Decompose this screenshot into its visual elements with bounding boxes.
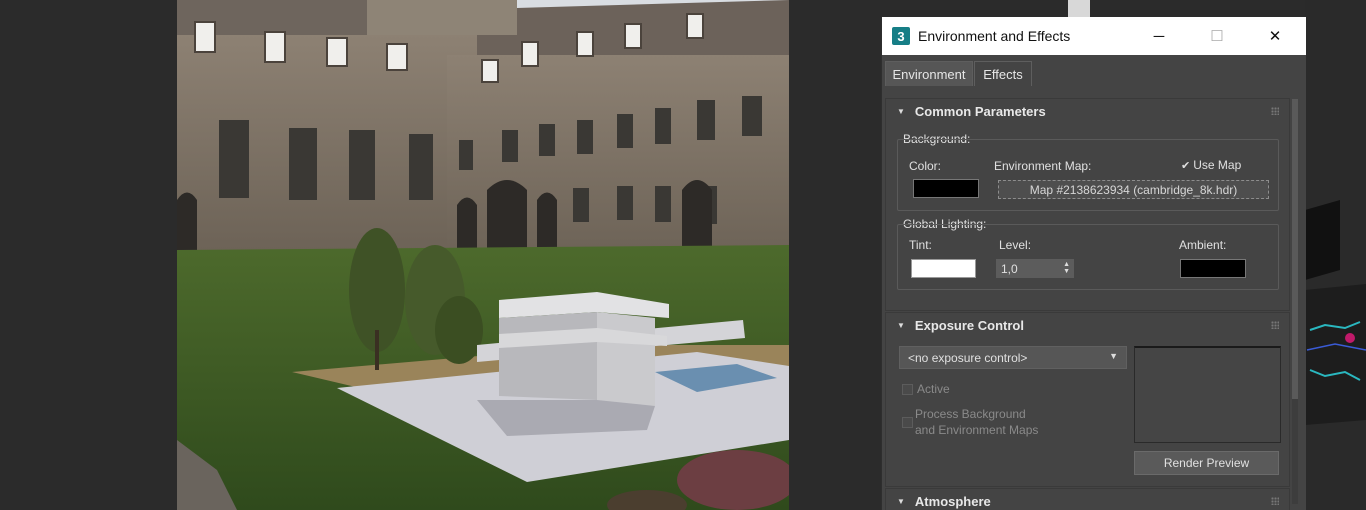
render-preview-button[interactable]: Render Preview xyxy=(1134,451,1279,475)
environment-effects-dialog: 3 Environment and Effects ─ ☐ ✕ Environm… xyxy=(881,17,1306,510)
rollout-grip-icon xyxy=(1271,497,1279,505)
exposure-control-header[interactable]: ▼ Exposure Control xyxy=(886,313,1289,337)
close-button[interactable]: ✕ xyxy=(1246,17,1304,55)
tab-effects[interactable]: Effects xyxy=(974,61,1032,86)
maximize-button[interactable]: ☐ xyxy=(1188,17,1246,55)
tint-label: Tint: xyxy=(909,238,932,252)
ambient-label: Ambient: xyxy=(1179,238,1227,252)
use-map-checkbox[interactable]: ✔ Use Map xyxy=(1181,158,1241,172)
atmosphere-header[interactable]: ▼ Atmosphere xyxy=(886,489,1289,510)
active-label: Active xyxy=(917,382,950,396)
exposure-control-selected: <no exposure control> xyxy=(908,350,1028,365)
ambient-color-swatch[interactable] xyxy=(1180,259,1246,278)
active-checkbox[interactable] xyxy=(902,384,913,395)
rollout-title: Exposure Control xyxy=(914,317,1024,333)
render-viewport[interactable] xyxy=(177,0,789,510)
tab-bar: Environment Effects xyxy=(882,55,1306,88)
global-lighting-group: Tint: Level: 1,0 ▲ ▼ Ambient: xyxy=(897,224,1279,290)
level-spinner[interactable]: 1,0 ▲ ▼ xyxy=(996,259,1074,278)
process-background-label-line1: Process Background xyxy=(915,407,1026,421)
exposure-preview-window xyxy=(1134,346,1281,443)
chevron-down-icon: ▼ xyxy=(1109,351,1118,361)
common-parameters-rollout: ▼ Common Parameters Background: Color: E… xyxy=(885,98,1290,311)
tint-color-swatch[interactable] xyxy=(911,259,976,278)
3dsmax-app-icon: 3 xyxy=(892,27,910,45)
exposure-control-dropdown[interactable]: <no exposure control> ▼ xyxy=(899,346,1127,369)
close-icon: ✕ xyxy=(1268,28,1282,45)
minimize-button[interactable]: ─ xyxy=(1130,17,1188,55)
scrollbar-thumb[interactable] xyxy=(1292,99,1298,399)
process-background-label-line2: and Environment Maps xyxy=(915,423,1039,437)
viewport-scene-image xyxy=(1305,200,1366,425)
color-label: Color: xyxy=(909,159,942,173)
rollout-grip-icon xyxy=(1271,321,1279,329)
exposure-control-rollout: ▼ Exposure Control <no exposure control>… xyxy=(885,312,1290,487)
collapse-triangle-icon: ▼ xyxy=(897,320,905,330)
common-parameters-header[interactable]: ▼ Common Parameters xyxy=(886,99,1289,123)
collapse-triangle-icon: ▼ xyxy=(897,496,905,506)
background-color-swatch[interactable] xyxy=(913,179,979,198)
dialog-titlebar[interactable]: 3 Environment and Effects ─ ☐ ✕ xyxy=(882,17,1306,55)
rollout-title: Common Parameters xyxy=(914,103,1046,119)
background-group: Color: Environment Map: ✔ Use Map Map #21… xyxy=(897,139,1279,211)
viewport-edge-handle xyxy=(1068,0,1090,17)
perspective-viewport[interactable] xyxy=(1305,0,1366,510)
tab-environment[interactable]: Environment xyxy=(885,61,973,86)
minimize-icon: ─ xyxy=(1153,27,1165,45)
use-map-label: Use Map xyxy=(1193,158,1242,172)
maximize-icon: ☐ xyxy=(1210,28,1224,45)
atmosphere-rollout: ▼ Atmosphere xyxy=(885,488,1290,510)
dialog-title: Environment and Effects xyxy=(918,28,1071,44)
collapse-triangle-icon: ▼ xyxy=(897,106,905,116)
environment-map-label: Environment Map: xyxy=(994,159,1092,173)
spinner-arrows-icon[interactable]: ▲ ▼ xyxy=(1063,261,1070,275)
process-background-checkbox[interactable] xyxy=(902,417,913,428)
rendered-scene-image xyxy=(177,0,789,510)
rollout-grip-icon xyxy=(1271,107,1279,115)
environment-map-button[interactable]: Map #2138623934 (cambridge_8k.hdr) xyxy=(998,180,1269,199)
level-label: Level: xyxy=(999,238,1032,252)
dialog-scrollbar[interactable] xyxy=(1292,99,1298,504)
checkmark-icon: ✔ xyxy=(1181,160,1191,172)
rollout-title: Atmosphere xyxy=(914,493,991,509)
level-value: 1,0 xyxy=(1001,261,1018,276)
